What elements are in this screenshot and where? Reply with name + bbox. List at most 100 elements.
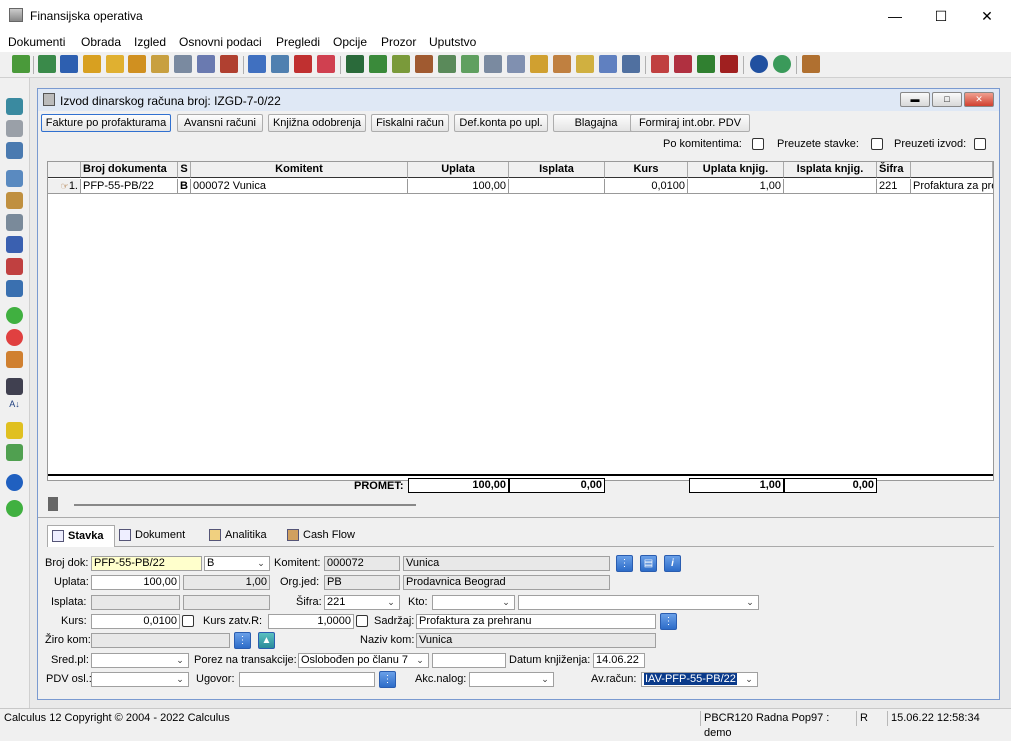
cell-uplata-knjig[interactable]: 1,00 bbox=[688, 179, 784, 194]
cell-uplata[interactable]: 100,00 bbox=[408, 179, 509, 194]
menu-obrada[interactable]: Obrada bbox=[81, 35, 121, 49]
col-opis[interactable] bbox=[911, 162, 993, 178]
formiraj-int-obr-pdv-button[interactable]: Formiraj int.obr. PDV bbox=[630, 114, 750, 132]
datum-knjizenja-field[interactable]: 14.06.22 bbox=[593, 653, 645, 668]
add-icon[interactable] bbox=[6, 307, 23, 324]
link-icon[interactable] bbox=[174, 55, 192, 73]
folder-icon[interactable] bbox=[507, 55, 525, 73]
akc-nalog-select[interactable]: ⌄ bbox=[469, 672, 554, 687]
bank-icon[interactable]: ▲ bbox=[258, 632, 275, 649]
printer-icon[interactable] bbox=[220, 55, 238, 73]
transfer-icon[interactable] bbox=[151, 55, 169, 73]
komitent-card-button[interactable]: ▤ bbox=[640, 555, 657, 572]
scrollbar-left-thumb[interactable] bbox=[48, 497, 58, 511]
info-icon[interactable]: i bbox=[664, 555, 681, 572]
porez-extra-field[interactable] bbox=[432, 653, 506, 668]
cell-isplata-knjig[interactable] bbox=[784, 179, 877, 194]
horizontal-scrollbar[interactable] bbox=[48, 495, 993, 513]
uplata-field[interactable]: 100,00 bbox=[91, 575, 180, 590]
po-komitentima-checkbox[interactable] bbox=[752, 138, 764, 150]
doc-add-icon[interactable] bbox=[461, 55, 479, 73]
grid-icon[interactable] bbox=[271, 55, 289, 73]
broj-dok-field[interactable]: PFP-55-PB/22 bbox=[91, 556, 202, 571]
scrollbar-track[interactable] bbox=[74, 504, 416, 506]
pdv-osl-select[interactable]: ⌄ bbox=[91, 672, 189, 687]
box-blue-icon[interactable] bbox=[6, 280, 23, 297]
child-restore-button[interactable]: □ bbox=[932, 92, 962, 107]
sifra-select[interactable]: 221 ⌄ bbox=[324, 595, 400, 610]
uplata-knjig-field[interactable]: 1,00 bbox=[183, 575, 270, 590]
tab-dokument[interactable]: Dokument bbox=[115, 525, 199, 547]
arrow-icon[interactable] bbox=[392, 55, 410, 73]
org-jed-name-field[interactable]: Prodavnica Beograd bbox=[403, 575, 610, 590]
col-isplata-knjig[interactable]: Isplata knjig. bbox=[784, 162, 877, 178]
save-icon[interactable] bbox=[6, 98, 23, 115]
doc-red-icon[interactable] bbox=[651, 55, 669, 73]
child-minimize-button[interactable]: ▬ bbox=[900, 92, 930, 107]
ziro-lookup-button[interactable]: ⋮ bbox=[234, 632, 251, 649]
cell-sifra[interactable]: 221 bbox=[877, 179, 911, 194]
kto-name-select[interactable]: ⌄ bbox=[518, 595, 759, 610]
pencil-icon[interactable] bbox=[106, 55, 124, 73]
calendar31-icon[interactable] bbox=[346, 55, 364, 73]
col-uplata-knjig[interactable]: Uplata knjig. bbox=[688, 162, 784, 178]
ugovor-field[interactable] bbox=[239, 672, 375, 687]
col-komitent[interactable]: Komitent bbox=[191, 162, 408, 178]
calculator-icon[interactable] bbox=[622, 55, 640, 73]
kurs-checkbox[interactable] bbox=[182, 615, 194, 627]
cell-kurs[interactable]: 0,0100 bbox=[605, 179, 688, 194]
sadrzaj-lookup-button[interactable]: ⋮ bbox=[660, 613, 677, 630]
avansni-racuni-button[interactable]: Avansni računi bbox=[177, 114, 263, 132]
warning-icon[interactable] bbox=[530, 55, 548, 73]
menu-dokumenti[interactable]: Dokumenti bbox=[8, 35, 65, 49]
settings-icon[interactable] bbox=[6, 214, 23, 231]
knjizna-odobrenja-button[interactable]: Knjižna odobrenja bbox=[268, 114, 366, 132]
komitent-name-field[interactable]: Vunica bbox=[403, 556, 610, 571]
cell-opis[interactable]: Profaktura za pre bbox=[911, 179, 993, 194]
users-icon[interactable] bbox=[128, 55, 146, 73]
report-icon[interactable] bbox=[553, 55, 571, 73]
col-kurs[interactable]: Kurs bbox=[605, 162, 688, 178]
fakture-po-profakturama-button[interactable]: Fakture po profakturama bbox=[41, 114, 171, 132]
binoculars-icon[interactable] bbox=[6, 378, 23, 395]
fiskalni-racun-button[interactable]: Fiskalni račun bbox=[371, 114, 449, 132]
menu-osnovni-podaci[interactable]: Osnovni podaci bbox=[179, 35, 262, 49]
table-icon[interactable] bbox=[599, 55, 617, 73]
row-indicator[interactable]: ☞1. bbox=[48, 179, 81, 194]
preuzete-stavke-checkbox[interactable] bbox=[871, 138, 883, 150]
remove-icon[interactable] bbox=[6, 329, 23, 346]
card-icon[interactable] bbox=[6, 120, 23, 137]
blagajna-button[interactable]: Blagajna bbox=[553, 114, 639, 132]
ugovor-lookup-button[interactable]: ⋮ bbox=[379, 671, 396, 688]
edit-icon[interactable] bbox=[83, 55, 101, 73]
printer-icon[interactable] bbox=[6, 170, 23, 187]
close-button[interactable]: ✕ bbox=[964, 0, 1010, 32]
komitent-code-field[interactable]: 000072 bbox=[324, 556, 400, 571]
book-icon[interactable] bbox=[415, 55, 433, 73]
tab-analitika[interactable]: Analitika bbox=[205, 525, 283, 547]
col-broj-dokumenta[interactable]: Broj dokumenta bbox=[81, 162, 178, 178]
help-icon[interactable] bbox=[6, 474, 23, 491]
isplata-field[interactable] bbox=[91, 595, 180, 610]
menu-uputstvo[interactable]: Uputstvo bbox=[429, 35, 476, 49]
sort-az-icon[interactable]: A↓ bbox=[6, 400, 23, 417]
sred-pl-select[interactable]: ⌄ bbox=[91, 653, 189, 668]
filter-icon[interactable] bbox=[6, 422, 23, 439]
arrows-icon[interactable] bbox=[6, 444, 23, 461]
ziro-kom-field[interactable] bbox=[91, 633, 230, 648]
export-icon[interactable] bbox=[248, 55, 266, 73]
kurs-field[interactable]: 0,0100 bbox=[91, 614, 180, 629]
menu-prozor[interactable]: Prozor bbox=[381, 35, 416, 49]
maximize-button[interactable]: ☐ bbox=[918, 0, 964, 32]
box-red-icon[interactable] bbox=[6, 258, 23, 275]
col-isplata[interactable]: Isplata bbox=[509, 162, 605, 178]
disk-icon[interactable] bbox=[60, 55, 78, 73]
s-select[interactable]: B ⌄ bbox=[204, 556, 270, 571]
calendar-icon[interactable] bbox=[294, 55, 312, 73]
porez-select[interactable]: Oslobođen po članu 7 ⌄ bbox=[298, 653, 429, 668]
col-s[interactable]: S bbox=[178, 162, 191, 178]
kurs-zatv-checkbox[interactable] bbox=[356, 615, 368, 627]
av-racun-select[interactable]: IAV-PFP-55-PB/22 ⌄ bbox=[641, 672, 758, 687]
child-close-button[interactable]: ✕ bbox=[964, 92, 994, 107]
naziv-kom-field[interactable]: Vunica bbox=[416, 633, 656, 648]
